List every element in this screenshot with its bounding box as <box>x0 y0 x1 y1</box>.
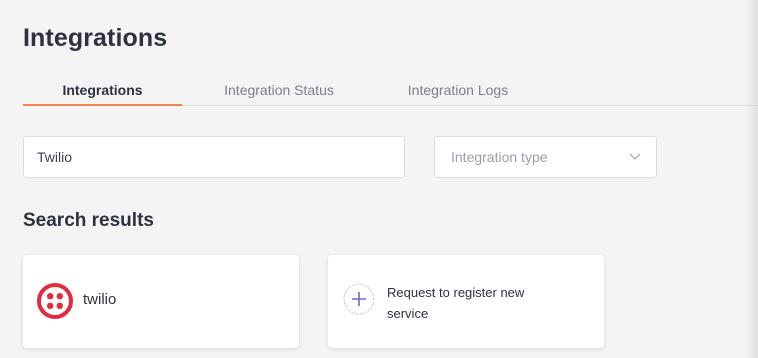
tab-integrations[interactable]: Integrations <box>23 82 182 106</box>
tab-integration-status[interactable]: Integration Status <box>199 82 359 106</box>
request-new-service-card[interactable]: Request to register new service <box>328 255 604 348</box>
twilio-logo-icon <box>37 283 73 319</box>
search-results-title: Search results <box>23 210 154 231</box>
tab-integration-logs[interactable]: Integration Logs <box>387 82 529 106</box>
panel-edge-shadow <box>744 0 758 358</box>
page-title: Integrations <box>23 24 168 52</box>
integration-type-placeholder: Integration type <box>451 149 548 165</box>
request-new-service-label: Request to register new service <box>387 285 525 321</box>
integration-card-twilio[interactable]: twilio <box>23 255 299 348</box>
integration-type-select[interactable]: Integration type <box>434 136 657 178</box>
integration-name: twilio <box>83 291 117 308</box>
plus-icon <box>343 283 375 315</box>
active-tab-indicator <box>23 104 182 106</box>
chevron-down-icon <box>629 153 641 160</box>
tab-bar: Integrations Integration Status Integrat… <box>23 82 758 106</box>
search-input[interactable]: Twilio <box>23 136 405 178</box>
